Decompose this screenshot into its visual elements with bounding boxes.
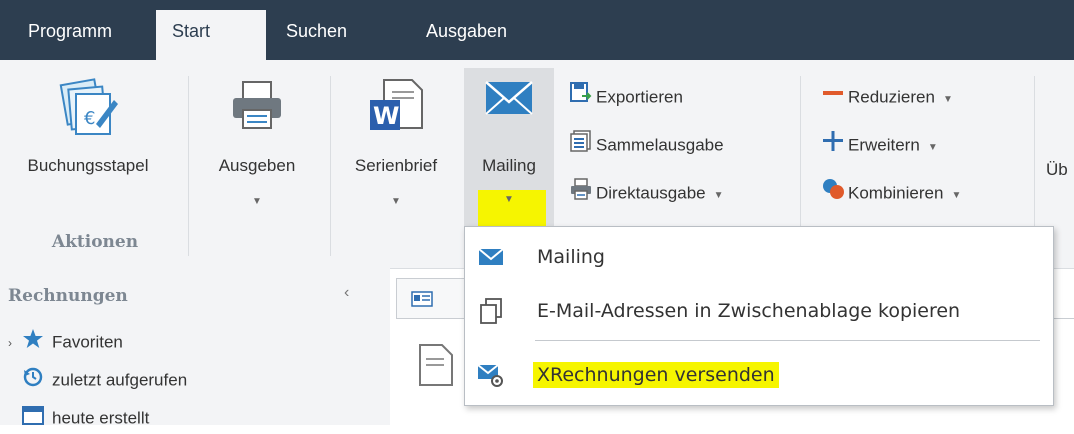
collapse-panel-icon[interactable]: ‹	[344, 284, 349, 302]
nav-item-zuletzt-aufgerufen[interactable]: zuletzt aufgerufen	[8, 366, 187, 392]
menu-item-label: E-Mail-Adressen in Zwischenablage kopier…	[537, 300, 961, 322]
svg-text:€: €	[84, 108, 95, 129]
nav-item-label: Favoriten	[52, 332, 123, 352]
envelope-icon	[477, 243, 505, 271]
menu-separator	[535, 340, 1040, 341]
chevron-right-icon[interactable]: ›	[8, 330, 22, 356]
address-card-icon	[411, 291, 433, 312]
chevron-down-icon: ▼	[942, 94, 953, 106]
booking-stack-icon: €	[56, 78, 120, 145]
chevron-down-icon: ▼	[504, 194, 514, 205]
chevron-down-icon: ▼	[713, 190, 724, 202]
left-navigation-panel: Rechnungen ‹ › Favoriten zuletzt aufgeru…	[0, 268, 390, 427]
mailing-dropdown-menu: Mailing E-Mail-Adressen in Zwischenablag…	[464, 226, 1054, 406]
tab-ausgaben[interactable]: Ausgaben	[410, 10, 523, 60]
direktausgabe-button[interactable]: Direktausgabe ▼	[570, 178, 724, 208]
minus-icon	[822, 82, 848, 114]
buchungsstapel-button[interactable]: € Buchungsstapel	[8, 60, 168, 210]
kombinieren-button[interactable]: Kombinieren ▼	[822, 178, 961, 208]
menu-item-label: XRechnungen versenden	[533, 362, 779, 388]
envelope-icon	[484, 78, 534, 123]
menu-tab-bar: Programm Start Suchen Ausgaben	[0, 0, 1074, 60]
menu-item-copy-emails[interactable]: E-Mail-Adressen in Zwischenablage kopier…	[465, 289, 1053, 333]
buchungsstapel-label: Buchungsstapel	[27, 156, 149, 175]
chevron-down-icon: ▼	[951, 190, 962, 202]
copy-icon	[477, 297, 505, 325]
tab-start[interactable]: Start	[156, 10, 266, 60]
nav-item-label: zuletzt aufgerufen	[52, 370, 188, 390]
direktausgabe-label: Direktausgabe	[596, 183, 706, 203]
nav-item-heute-erstellt[interactable]: heute erstellt	[8, 404, 149, 430]
reduzieren-label: Reduzieren	[848, 87, 935, 107]
group-label-aktionen: Aktionen	[51, 232, 139, 252]
kombinieren-label: Kombinieren	[848, 183, 944, 203]
plus-icon	[822, 130, 848, 162]
tab-programm[interactable]: Programm	[12, 10, 128, 60]
tab-suchen[interactable]: Suchen	[270, 10, 363, 60]
chevron-down-icon: ▼	[252, 196, 262, 207]
mailing-label: Mailing	[482, 156, 536, 175]
envelope-gear-icon	[477, 361, 505, 389]
word-document-icon: W	[368, 78, 424, 141]
serienbrief-label: Serienbrief	[354, 156, 438, 175]
batch-output-icon	[570, 130, 596, 162]
menu-item-xrechnungen-versenden[interactable]: XRechnungen versenden	[465, 353, 1053, 397]
svg-text:W: W	[373, 102, 399, 130]
ribbon-separator	[188, 76, 189, 256]
sammelausgabe-label: Sammelausgabe	[596, 135, 724, 155]
ausgeben-label: Ausgeben	[218, 156, 296, 175]
printer-icon	[570, 178, 596, 210]
star-icon	[22, 328, 52, 358]
export-icon	[570, 82, 596, 114]
combine-icon	[822, 178, 848, 210]
menu-item-mailing[interactable]: Mailing	[465, 235, 1053, 279]
menu-item-label: Mailing	[537, 246, 605, 268]
chevron-down-icon: ▼	[927, 142, 938, 154]
serienbrief-button[interactable]: W Serienbrief ▼	[340, 60, 452, 210]
calendar-icon	[22, 404, 52, 434]
history-icon	[22, 366, 52, 396]
ribbon-separator	[330, 76, 331, 256]
nav-item-favoriten[interactable]: › Favoriten	[8, 328, 123, 354]
erweitern-button[interactable]: Erweitern ▼	[822, 130, 938, 160]
chevron-down-icon: ▼	[391, 196, 401, 207]
exportieren-button[interactable]: Exportieren	[570, 82, 683, 112]
sammelausgabe-button[interactable]: Sammelausgabe	[570, 130, 724, 160]
erweitern-label: Erweitern	[848, 135, 920, 155]
printer-icon	[229, 78, 285, 137]
ausgeben-button[interactable]: Ausgeben ▼	[200, 60, 314, 210]
reduzieren-button[interactable]: Reduzieren ▼	[822, 82, 953, 112]
cut-off-ribbon-label[interactable]: Üb	[1046, 160, 1068, 180]
panel-title: Rechnungen	[8, 286, 128, 306]
mailing-button[interactable]: Mailing ▼	[464, 60, 554, 210]
exportieren-label: Exportieren	[596, 87, 683, 107]
document-icon	[416, 343, 456, 392]
